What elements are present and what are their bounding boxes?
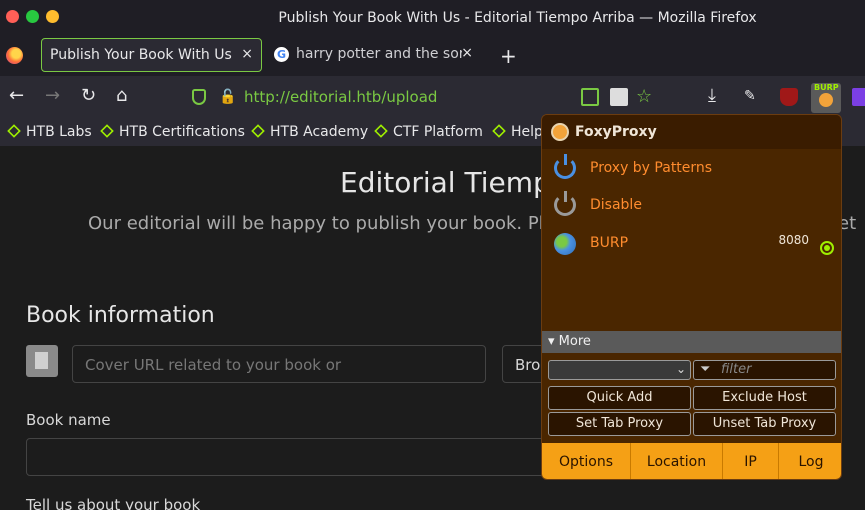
section-title: Book information: [26, 303, 215, 328]
extension-purple-icon[interactable]: [852, 88, 865, 106]
page-subtitle: Our editorial will be happy to publish y…: [88, 213, 566, 234]
disable-option[interactable]: Disable: [542, 189, 841, 223]
bookmark-star-icon[interactable]: ☆: [636, 86, 654, 107]
option-label: BURP: [590, 235, 629, 251]
set-tab-proxy-button[interactable]: Set Tab Proxy: [548, 412, 691, 436]
options-tab[interactable]: Options: [542, 443, 631, 479]
screenshot-icon[interactable]: [610, 88, 628, 106]
url-bar[interactable]: http://editorial.htb/upload: [244, 88, 437, 106]
bookmark-htb-academy[interactable]: HTB Academy: [251, 124, 368, 140]
tab-label: harry potter and the sorce: [296, 46, 462, 62]
tab-label: Publish Your Book With Us - E: [50, 47, 235, 63]
ip-tab[interactable]: IP: [723, 443, 779, 479]
file-icon: [26, 345, 58, 377]
htb-cube-icon: [100, 124, 114, 138]
tab-strip: Publish Your Book With Us - E × G harry …: [0, 36, 865, 76]
firefox-window: Publish Your Book With Us - Editorial Ti…: [0, 0, 865, 510]
ublock-icon[interactable]: [780, 88, 798, 106]
bookmark-ctf-platform[interactable]: CTF Platform: [374, 124, 483, 140]
chevron-down-icon: ⌄: [675, 362, 686, 376]
exclude-host-button[interactable]: Exclude Host: [693, 386, 836, 410]
book-name-label: Book name: [26, 411, 111, 429]
page-title: Editorial Tiempo: [340, 166, 568, 199]
option-label: Proxy by Patterns: [590, 160, 713, 176]
foxyproxy-footer: Options Location IP Log: [542, 443, 841, 479]
extension-icon[interactable]: ✎: [744, 88, 762, 106]
htb-cube-icon: [7, 124, 21, 138]
quick-add-button[interactable]: Quick Add: [548, 386, 691, 410]
url-path: /upload: [381, 88, 438, 106]
proxy-select[interactable]: ⌄: [548, 360, 691, 380]
foxyproxy-header: FoxyProxy: [542, 115, 841, 149]
title-bar: Publish Your Book With Us - Editorial Ti…: [0, 0, 865, 36]
nav-toolbar: ← → ↻ ⌂ 🔓 http://editorial.htb/upload ☆ …: [0, 76, 865, 118]
power-icon: [554, 154, 576, 179]
burp-proxy-option[interactable]: BURP 8080: [542, 227, 841, 261]
burp-badge: BURP: [814, 83, 839, 92]
firefox-view-icon[interactable]: [6, 47, 23, 64]
location-tab[interactable]: Location: [631, 443, 723, 479]
reader-view-icon[interactable]: [581, 88, 599, 106]
reload-button[interactable]: ↻: [81, 87, 96, 105]
bookmark-htb-certifications[interactable]: HTB Certifications: [100, 124, 245, 140]
foxyproxy-title: FoxyProxy: [575, 124, 657, 140]
filter-input[interactable]: ⏷ filter: [693, 360, 836, 380]
htb-cube-icon: [251, 124, 265, 138]
more-toggle[interactable]: ▾ More: [542, 331, 841, 353]
foxyproxy-popup: FoxyProxy Proxy by Patterns Disable BURP…: [541, 114, 842, 480]
htb-cube-icon: [374, 124, 388, 138]
htb-cube-icon: [492, 124, 506, 138]
tab-publish-book[interactable]: Publish Your Book With Us - E ×: [41, 38, 262, 72]
fox-icon: [819, 93, 833, 107]
foxyproxy-toolbar-button[interactable]: BURP: [811, 83, 841, 113]
proxy-by-patterns-option[interactable]: Proxy by Patterns: [542, 152, 841, 186]
bookmark-htb-labs[interactable]: HTB Labs: [7, 124, 92, 140]
foxyproxy-logo-icon: [551, 123, 569, 141]
downloads-icon[interactable]: ⤓: [708, 85, 726, 106]
option-label: Disable: [590, 197, 642, 213]
cover-url-input[interactable]: Cover URL related to your book or: [72, 345, 486, 383]
url-scheme: http://: [244, 88, 290, 106]
selected-radio-icon: [820, 241, 834, 255]
proxy-port: 8080: [778, 233, 809, 247]
bookmark-help[interactable]: Help: [492, 124, 543, 140]
book-description-label: Tell us about your book: [26, 496, 201, 510]
google-icon: G: [274, 47, 289, 62]
url-host: editorial.htb: [289, 88, 382, 106]
back-button[interactable]: ←: [9, 87, 24, 105]
window-title: Publish Your Book With Us - Editorial Ti…: [278, 10, 757, 26]
forward-button[interactable]: →: [45, 87, 60, 105]
close-tab-icon[interactable]: ×: [241, 46, 253, 62]
filter-icon: ⏷: [700, 362, 711, 377]
filter-placeholder: filter: [721, 362, 752, 377]
tab-harry-potter[interactable]: G harry potter and the sorce ×: [266, 38, 481, 72]
home-button[interactable]: ⌂: [116, 87, 127, 105]
insecure-lock-icon[interactable]: 🔓: [219, 89, 236, 105]
log-tab[interactable]: Log: [779, 443, 841, 479]
unset-tab-proxy-button[interactable]: Unset Tab Proxy: [693, 412, 836, 436]
book-name-input[interactable]: [26, 438, 566, 476]
power-off-icon: [554, 191, 576, 216]
globe-icon: [554, 233, 576, 255]
tracking-protection-icon[interactable]: [192, 89, 206, 105]
close-tab-icon[interactable]: ×: [461, 45, 473, 61]
new-tab-button[interactable]: +: [500, 44, 517, 68]
